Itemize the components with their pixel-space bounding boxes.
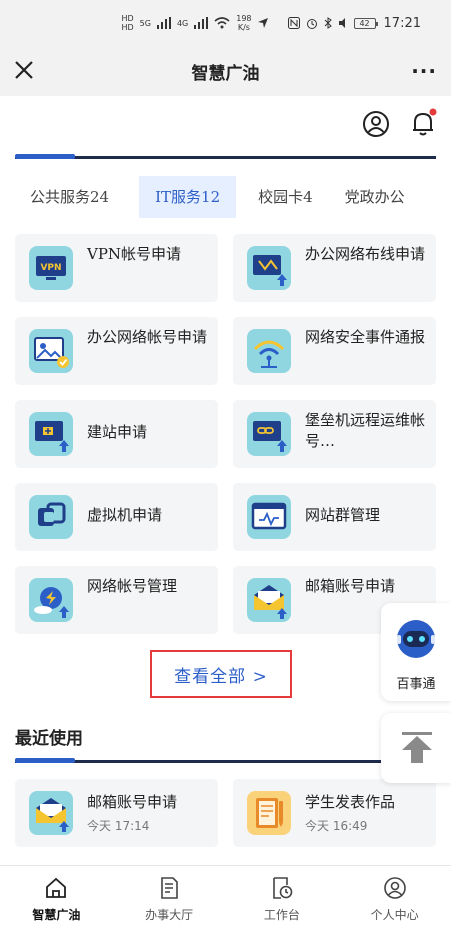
recent-item-time: 今天 16:49 — [305, 819, 368, 833]
mute-icon — [338, 18, 345, 28]
nav-workbench[interactable]: 工作台 — [226, 866, 339, 931]
view-all-label: 查看全部 > — [174, 666, 268, 687]
service-card-bastion[interactable]: 堡垒机远程运维帐号… — [233, 400, 436, 468]
nav-label: 办事大厅 — [145, 908, 194, 922]
nav-label: 智慧广油 — [32, 908, 81, 922]
wifi-icon — [214, 17, 230, 29]
arrow-up-icon — [402, 732, 432, 763]
vpn-icon: VPN — [29, 246, 73, 290]
mail-icon — [29, 791, 73, 835]
assistant-float-button[interactable]: 百事通 — [381, 603, 451, 701]
status-icons: HD HD 5G 4G 198 K/s 42 — [121, 14, 378, 32]
nav-label: 工作台 — [263, 908, 300, 922]
recent-divider-accent — [15, 758, 75, 763]
mail-icon — [247, 578, 291, 622]
service-label: 网站群管理 — [305, 506, 381, 524]
document-icon — [161, 877, 178, 899]
person-icon — [383, 877, 406, 899]
section-divider-accent — [15, 154, 75, 159]
workbench-icon — [273, 877, 293, 899]
bastion-icon — [247, 412, 291, 456]
net-account-manage-icon — [29, 578, 73, 622]
recent-item-time: 今天 17:14 — [87, 819, 150, 833]
page-title: 智慧广油 — [191, 64, 260, 84]
assistant-label: 百事通 — [396, 677, 436, 692]
header-area — [0, 96, 451, 154]
bluetooth-icon — [324, 17, 332, 29]
vm-icon — [29, 495, 73, 539]
main-content: 公共服务24 IT服务12 校园卡4 党政办公 VPN VPN帐号申请 办公网络… — [0, 154, 451, 865]
service-card-vpn[interactable]: VPN VPN帐号申请 — [15, 234, 218, 302]
recent-item-name: 邮箱账号申请 — [87, 793, 178, 811]
service-label: 邮箱账号申请 — [305, 577, 396, 595]
service-label: 建站申请 — [87, 423, 148, 441]
service-card-vm[interactable]: 虚拟机申请 — [15, 483, 218, 551]
recent-item-mail[interactable]: 邮箱账号申请 今天 17:14 — [15, 779, 218, 847]
tab-party-office[interactable]: 党政办公 — [329, 176, 421, 218]
recent-item-name: 学生发表作品 — [305, 793, 396, 811]
service-label: 办公网络布线申请 — [305, 245, 426, 263]
network-account-icon — [29, 329, 73, 373]
more-menu-button[interactable]: ··· — [411, 59, 437, 83]
net-4g-label: 4G — [176, 18, 189, 28]
status-bar: HD HD 5G 4G 198 K/s 42 17:21 — [0, 0, 451, 46]
tab-public-services[interactable]: 公共服务24 — [0, 176, 125, 218]
service-label: VPN帐号申请 — [87, 245, 182, 263]
back-to-top-button[interactable] — [381, 713, 451, 783]
service-card-site-build[interactable]: 建站申请 — [15, 400, 218, 468]
signal-icon — [156, 17, 171, 29]
category-tabs: 公共服务24 IT服务12 校园卡4 党政办公 — [0, 176, 451, 218]
nav-personal-center[interactable]: 个人中心 — [338, 866, 451, 931]
network-wiring-icon — [247, 246, 291, 290]
robot-icon — [397, 620, 435, 658]
recent-divider — [15, 760, 436, 763]
website-build-icon — [29, 412, 73, 456]
status-time: 17:21 — [383, 15, 421, 31]
recent-item-publication[interactable]: 学生发表作品 今天 16:49 — [233, 779, 436, 847]
nfc-icon — [287, 17, 300, 29]
title-bar: 智慧广油 ··· — [0, 46, 451, 96]
service-label: 办公网络帐号申请 — [87, 328, 208, 346]
nav-service-hall[interactable]: 办事大厅 — [113, 866, 226, 931]
net-speed: 198 K/s — [236, 14, 252, 32]
site-group-icon — [247, 495, 291, 539]
view-all-button[interactable]: 查看全部 > — [150, 650, 292, 698]
nav-home[interactable]: 智慧广油 — [0, 866, 113, 931]
location-arrow-icon — [257, 18, 268, 28]
home-icon — [46, 877, 67, 898]
notebook-icon — [247, 791, 291, 835]
service-label: 虚拟机申请 — [87, 506, 163, 524]
nav-label: 个人中心 — [370, 908, 419, 922]
recent-section-title: 最近使用 — [15, 729, 83, 749]
battery-indicator: 42 — [353, 17, 378, 29]
service-label: 堡垒机远程运维帐号… — [305, 411, 426, 450]
service-card-office-account[interactable]: 办公网络帐号申请 — [15, 317, 218, 385]
tab-campus-card[interactable]: 校园卡4 — [242, 176, 329, 218]
net-5g-label: 5G — [139, 18, 151, 28]
tab-it-services[interactable]: IT服务12 — [139, 176, 237, 218]
svg-text:VPN: VPN — [40, 263, 61, 273]
user-icon[interactable] — [362, 110, 390, 138]
service-card-site-group[interactable]: 网站群管理 — [233, 483, 436, 551]
service-card-wiring[interactable]: 办公网络布线申请 — [233, 234, 436, 302]
service-card-net-account-manage[interactable]: 网络帐号管理 — [15, 566, 218, 634]
wifi-alert-icon — [247, 329, 291, 373]
bottom-navigation: 智慧广油 办事大厅 工作台 个人中心 — [0, 865, 451, 931]
alarm-icon — [306, 19, 317, 29]
section-divider — [15, 156, 436, 159]
service-card-security[interactable]: 网络安全事件通报 — [233, 317, 436, 385]
signal-icon — [194, 17, 209, 29]
hd-indicator: HD HD — [121, 14, 134, 32]
service-label: 网络安全事件通报 — [305, 328, 426, 346]
notification-bell-icon[interactable] — [408, 108, 438, 138]
service-label: 网络帐号管理 — [87, 577, 178, 595]
